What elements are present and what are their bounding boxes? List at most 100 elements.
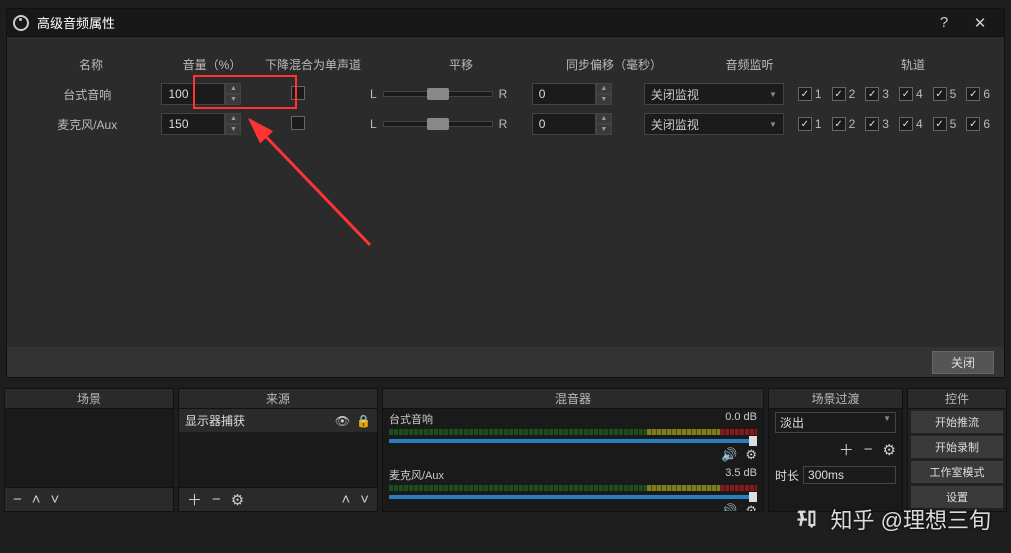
help-button[interactable]: ? [926,9,962,37]
source-item[interactable]: 显示器捕获 👁 🔒 [179,409,377,432]
sources-toolbar: ＋ − ⚙ ˄ ˅ [179,487,377,511]
minus-icon[interactable]: − [13,491,22,508]
hdr-monitor: 音频监听 [677,56,822,73]
hdr-pan: 平移 [371,56,551,73]
pan-r-label: R [499,117,508,131]
track-3-checkbox[interactable] [865,117,879,131]
panel-header: 场景 [5,389,173,409]
volume-input[interactable] [161,113,225,135]
transitions-panel: 场景过渡 淡出▼ ＋ − ⚙ 时长 300ms [768,388,903,512]
track-3-checkbox[interactable] [865,87,879,101]
volume-slider[interactable] [389,495,757,499]
tracks-group: 1 2 3 4 5 6 [792,87,990,101]
spin-down-icon[interactable]: ▼ [596,94,612,105]
mixer-name: 麦克风/Aux [389,467,444,483]
controls-panel: 控件 开始推流 开始录制 工作室模式 设置 [907,388,1007,512]
track-2-checkbox[interactable] [832,117,846,131]
monitor-select[interactable]: 关闭监视▼ [644,113,784,135]
mixer-channel-mic: 麦克风/Aux 3.5 dB 🔊 ⚙ [383,465,763,511]
gear-icon[interactable]: ⚙ [883,441,896,459]
panel-header: 场景过渡 [769,389,902,409]
chevron-up-icon[interactable]: ˄ [341,491,350,508]
panel-header: 来源 [179,389,377,409]
dialog-body: 名称 音量（%） 下降混合为单声道 平移 同步偏移（毫秒） 音频监听 轨道 台式… [7,37,1004,347]
track-6-checkbox[interactable] [966,117,980,131]
close-x-button[interactable]: ✕ [962,9,998,37]
spin-up-icon[interactable]: ▲ [225,113,241,124]
volume-input[interactable] [161,83,225,105]
advanced-audio-dialog: 高级音频属性 ? ✕ 名称 音量（%） 下降混合为单声道 平移 同步偏移（毫秒）… [6,8,1005,378]
eye-icon[interactable]: 👁 [335,414,350,428]
sync-spinner[interactable]: ▲▼ [532,113,612,135]
sync-input[interactable] [532,83,596,105]
volume-spinner[interactable]: ▲▼ [161,83,241,105]
hdr-volume: 音量（%） [169,56,255,73]
sources-panel: 来源 显示器捕获 👁 🔒 ＋ − ⚙ ˄ ˅ [178,388,378,512]
studio-mode-button[interactable]: 工作室模式 [910,460,1004,484]
spin-up-icon[interactable]: ▲ [225,83,241,94]
obs-panels: 场景 − ˄ ˅ 来源 显示器捕获 👁 🔒 ＋ − ⚙ ˄ ˅ [0,388,1011,512]
pan-slider[interactable] [383,121,493,127]
gear-icon[interactable]: ⚙ [745,447,757,463]
obs-logo-icon [13,15,29,31]
start-record-button[interactable]: 开始录制 [910,435,1004,459]
volume-slider[interactable] [389,439,757,443]
hdr-name: 名称 [21,56,161,73]
chevron-down-icon[interactable]: ˅ [51,491,60,508]
audio-row-desktop: 台式音响 ▲▼ L R ▲▼ 关闭监视▼ [21,79,990,109]
speaker-icon[interactable]: 🔊 [721,447,737,463]
zhihu-icon [793,505,821,533]
track-2-checkbox[interactable] [832,87,846,101]
duration-label: 时长 [775,467,799,484]
source-label: 显示器捕获 [185,412,245,429]
scenes-toolbar: − ˄ ˅ [5,487,173,511]
track-1-checkbox[interactable] [798,117,812,131]
minus-icon[interactable]: − [864,441,873,458]
sync-input[interactable] [532,113,596,135]
pan-r-label: R [499,87,508,101]
downmix-checkbox[interactable] [291,116,305,130]
monitor-select[interactable]: 关闭监视▼ [644,83,784,105]
speaker-icon[interactable]: 🔊 [721,503,737,511]
chevron-down-icon[interactable]: ˅ [360,491,369,508]
panel-header: 混音器 [383,389,763,409]
hdr-sync: 同步偏移（毫秒） [559,56,669,73]
track-4-checkbox[interactable] [899,87,913,101]
mixer-name: 台式音响 [389,411,433,427]
pan-l-label: L [370,117,377,131]
track-5-checkbox[interactable] [933,117,947,131]
lock-icon[interactable]: 🔒 [356,414,371,428]
spin-down-icon[interactable]: ▼ [225,124,241,135]
plus-icon[interactable]: ＋ [839,439,854,460]
dialog-footer: 关闭 [7,347,1004,377]
volume-spinner[interactable]: ▲▼ [161,113,241,135]
spin-down-icon[interactable]: ▼ [596,124,612,135]
minus-icon[interactable]: − [212,491,221,508]
audio-row-mic: 麦克风/Aux ▲▼ L R ▲▼ 关闭监视▼ [21,109,990,139]
track-4-checkbox[interactable] [899,117,913,131]
spin-up-icon[interactable]: ▲ [596,113,612,124]
panel-header: 控件 [908,389,1006,409]
transition-select[interactable]: 淡出▼ [775,412,896,433]
plus-icon[interactable]: ＋ [187,489,202,510]
dialog-title: 高级音频属性 [37,13,926,32]
spin-down-icon[interactable]: ▼ [225,94,241,105]
downmix-checkbox[interactable] [291,86,305,100]
tracks-group: 1 2 3 4 5 6 [792,117,990,131]
track-6-checkbox[interactable] [966,87,980,101]
vu-meter [389,485,757,491]
row-name: 台式音响 [21,86,153,103]
start-stream-button[interactable]: 开始推流 [910,410,1004,434]
sync-spinner[interactable]: ▲▼ [532,83,612,105]
gear-icon[interactable]: ⚙ [231,491,244,509]
mixer-db: 3.5 dB [725,467,757,483]
scenes-list[interactable] [5,409,173,487]
pan-slider[interactable] [383,91,493,97]
gear-icon[interactable]: ⚙ [745,503,757,511]
track-1-checkbox[interactable] [798,87,812,101]
spin-up-icon[interactable]: ▲ [596,83,612,94]
chevron-up-icon[interactable]: ˄ [32,491,41,508]
track-5-checkbox[interactable] [933,87,947,101]
duration-input[interactable]: 300ms [803,466,896,484]
close-button[interactable]: 关闭 [932,351,994,374]
